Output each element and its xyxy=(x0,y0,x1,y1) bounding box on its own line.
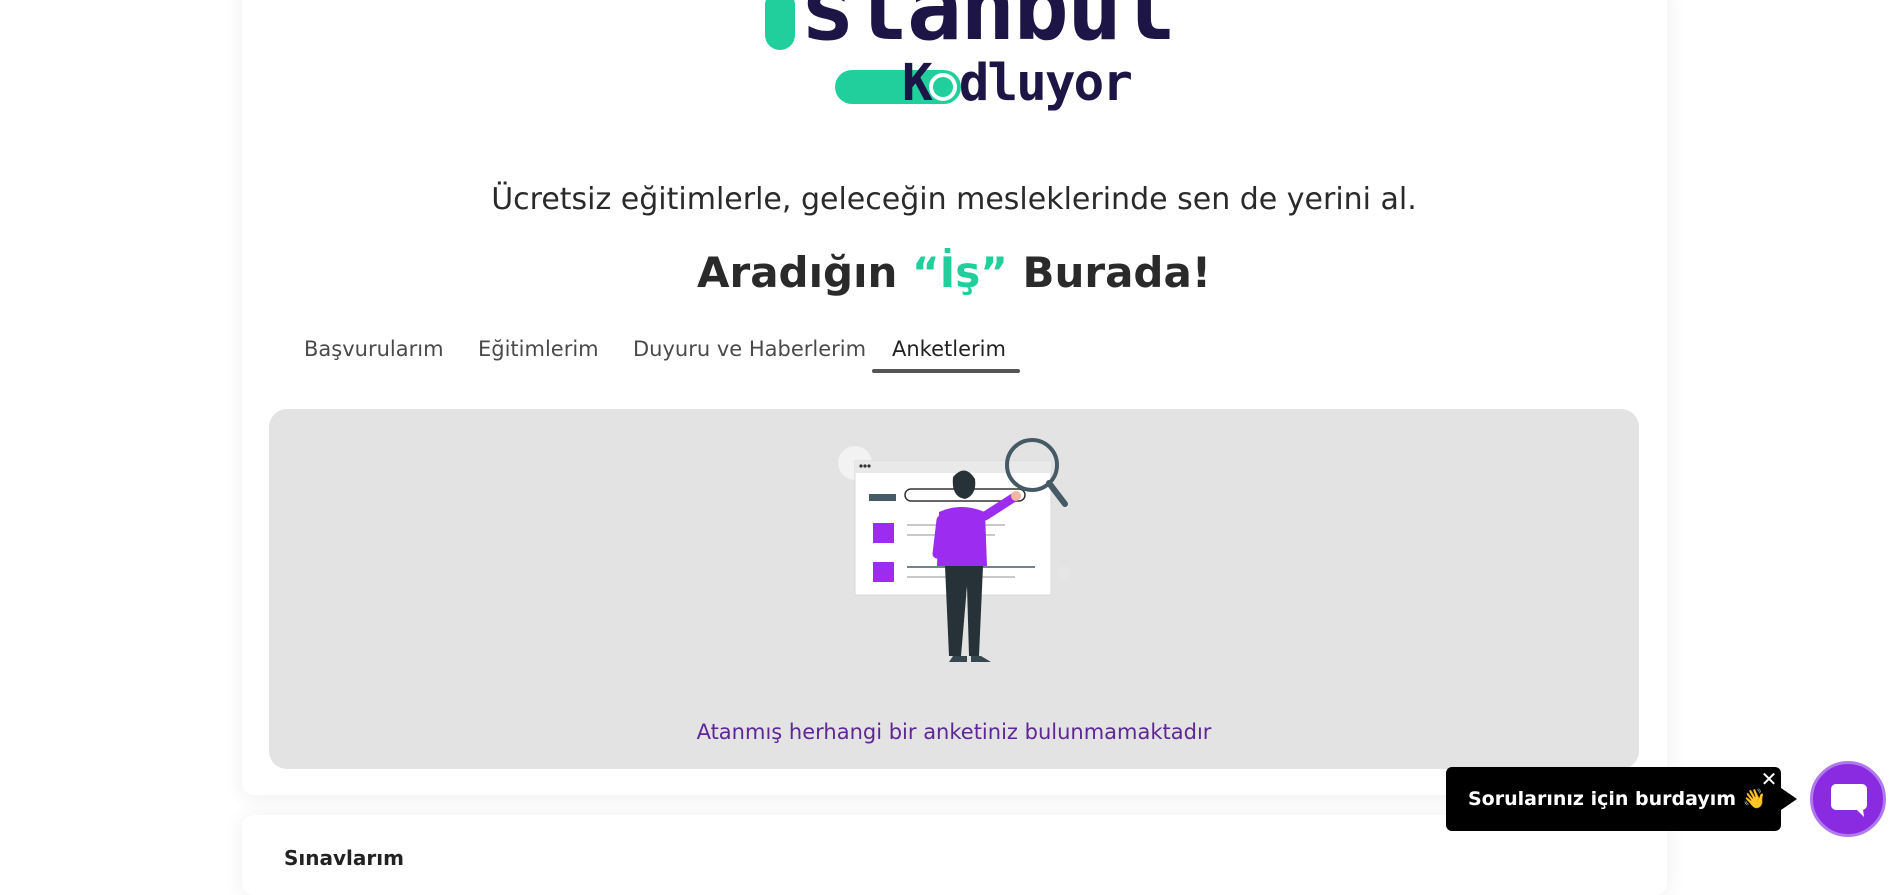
tab-duyuru-ve-haberlerim[interactable]: Duyuru ve Haberlerim xyxy=(633,337,866,361)
chat-greeting-text: Sorularınız için burdayım 👋 xyxy=(1468,788,1767,810)
chat-greeting-bubble[interactable]: Sorularınız için burdayım 👋 xyxy=(1446,767,1781,831)
exams-section-title: Sınavlarım xyxy=(284,846,404,870)
tab-anketlerim[interactable]: Anketlerim xyxy=(892,337,1006,361)
tagline-highlight: “İş” xyxy=(912,248,1008,297)
chat-open-button[interactable] xyxy=(1810,761,1886,837)
hero-subtitle: Ücretsiz eğitimlerle, geleceğin meslekle… xyxy=(491,182,1417,217)
surveys-empty-message: Atanmış herhangi bir anketiniz bulunmama… xyxy=(696,720,1212,744)
tab-basvurularim[interactable]: Başvurularım xyxy=(304,337,444,361)
chat-bubble-icon xyxy=(1831,784,1867,817)
active-tab-indicator xyxy=(872,369,1020,373)
logo-text-dluyor: dluyor xyxy=(958,54,1133,113)
chat-bubble-pointer xyxy=(1781,788,1797,810)
logo-text-k: K xyxy=(902,54,933,113)
logo-text-kodluyor: Kdluyor xyxy=(902,54,1133,113)
tagline-after: Burada! xyxy=(1022,248,1211,297)
tab-egitimlerim[interactable]: Eğitimlerim xyxy=(478,337,599,361)
tagline-before: Aradığın xyxy=(696,248,898,297)
chat-close-icon[interactable]: ✕ xyxy=(1758,767,1780,791)
person-searching-illustration-icon xyxy=(838,438,1071,662)
hero-tagline: Aradığın “İş” Burada! xyxy=(0,248,1900,297)
logo-text-istanbul: stanbul xyxy=(800,0,1176,61)
